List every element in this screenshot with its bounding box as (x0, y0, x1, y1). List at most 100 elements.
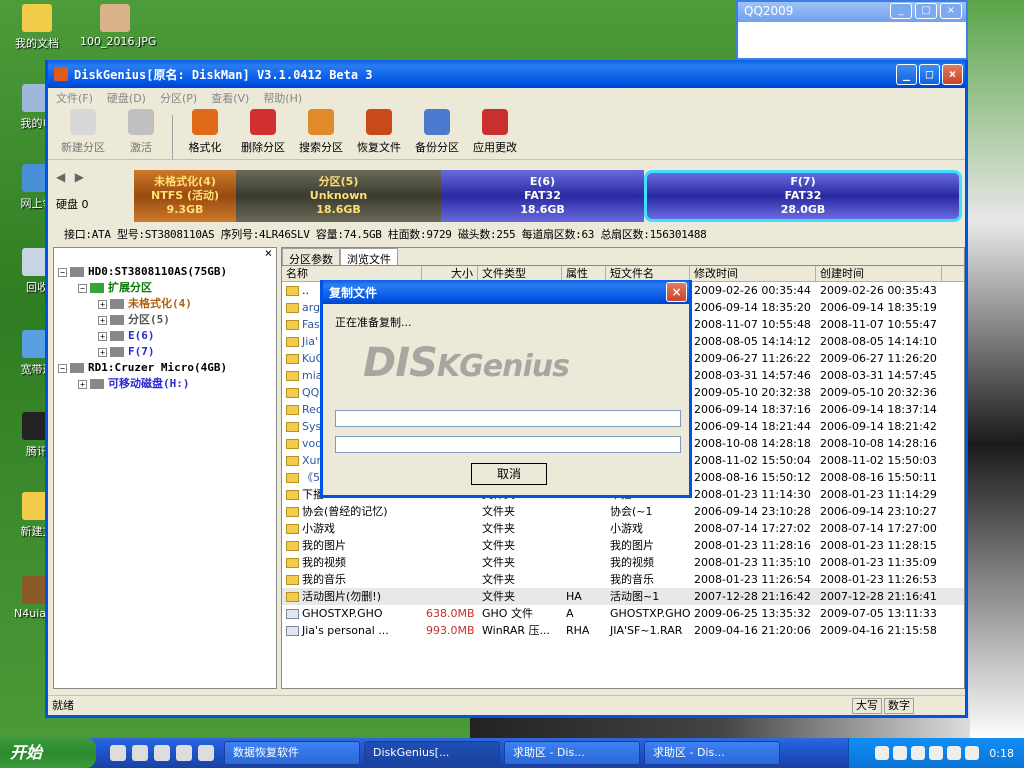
file-row[interactable]: 活动图片(勿删!) 文件夹 HA 活动图~1 2007-12-28 21:16:42 20… (282, 588, 964, 605)
tree-node[interactable]: + 可移动磁盘(H:) (54, 376, 276, 392)
column-header[interactable]: 短文件名 (606, 266, 690, 281)
partition-block[interactable]: F(7) FAT32 28.0GB (644, 170, 962, 222)
menu-item[interactable]: 文件(F) (56, 90, 93, 106)
toolbar-button[interactable]: 搜索分区 (294, 109, 348, 159)
tree-node[interactable]: − RD1:Cruzer Micro(4GB) (54, 360, 276, 376)
tree-node[interactable]: + F(7) (54, 344, 276, 360)
dialog-close-button[interactable]: × (666, 282, 687, 302)
minimize-icon[interactable]: _ (890, 3, 912, 19)
toolbar-button[interactable]: 恢复文件 (352, 109, 406, 159)
next-disk-icon[interactable]: ▶ (75, 170, 84, 184)
taskbar-button[interactable]: 求助区 - Dis... (644, 741, 780, 765)
tree-node[interactable]: − 扩展分区 (54, 280, 276, 296)
close-button[interactable]: × (942, 64, 963, 85)
toolbar-button[interactable]: 备份分区 (410, 109, 464, 159)
column-header[interactable]: 名称 (282, 266, 422, 281)
maximize-icon[interactable]: □ (915, 3, 937, 19)
tree-node[interactable]: + 分区(5) (54, 312, 276, 328)
copy-dialog: 复制文件 × 正在准备复制... DISKGenius 取消 (320, 280, 692, 498)
column-header[interactable]: 属性 (562, 266, 606, 281)
tree-node-label: E(6) (128, 329, 155, 342)
dialog-titlebar[interactable]: 复制文件 × (323, 280, 689, 304)
tray-icon[interactable] (911, 746, 926, 760)
file-ctime: 2008-10-08 14:28:16 (820, 437, 937, 450)
file-ctime: 2006-09-14 18:37:14 (820, 403, 937, 416)
partition-size: 18.6GB (316, 203, 361, 216)
desktop-icon[interactable]: 100_2016.JPG (80, 4, 156, 48)
tray-icon[interactable] (947, 746, 962, 760)
desktop-icon-image (22, 4, 52, 32)
quick-launch-icon[interactable] (154, 745, 170, 761)
toolbar-button[interactable]: 新建分区 (56, 109, 110, 159)
toolbar-button[interactable]: 格式化 (178, 109, 232, 159)
desktop-icon[interactable]: 我的文档 (2, 4, 72, 51)
cancel-button[interactable]: 取消 (471, 463, 547, 485)
collapse-icon[interactable]: − (58, 363, 67, 373)
close-icon[interactable]: × (940, 3, 962, 19)
window-titlebar[interactable]: DiskGenius[原名: DiskMan] V3.1.0412 Beta 3… (48, 60, 965, 88)
toolbar-button[interactable]: 应用更改 (468, 109, 522, 159)
qq-window[interactable]: QQ2009 _ □ × (736, 0, 968, 60)
file-icon (286, 609, 299, 619)
file-row[interactable]: 小游戏 文件夹 小游戏 2008-07-14 17:27:02 2008-07-14 1… (282, 520, 964, 537)
file-name-text: 活动图片(勿删!) (302, 590, 381, 603)
collapse-icon[interactable]: − (78, 283, 87, 293)
menu-item[interactable]: 帮助(H) (263, 90, 302, 106)
column-header[interactable]: 大小 (422, 266, 478, 281)
qq-titlebar[interactable]: QQ2009 _ □ × (738, 2, 966, 22)
tab[interactable]: 分区参数 (282, 248, 340, 266)
tray-icon[interactable] (929, 746, 944, 760)
expand-icon[interactable]: + (98, 331, 107, 341)
file-row[interactable]: 我的视频 文件夹 我的视频 2008-01-23 11:35:10 2008-01-23… (282, 554, 964, 571)
taskbar-button[interactable]: DiskGenius[... (364, 741, 500, 765)
tree-close-icon[interactable]: × (265, 246, 272, 260)
minimize-button[interactable]: _ (896, 64, 917, 85)
tree-node[interactable]: − HD0:ST3808110AS(75GB) (54, 264, 276, 280)
quick-launch-icon[interactable] (110, 745, 126, 761)
quick-launch-icon[interactable] (198, 745, 214, 761)
collapse-icon[interactable]: − (58, 267, 67, 277)
start-button[interactable]: 开始 (0, 738, 96, 768)
desktop-icon-image (100, 4, 130, 32)
column-header[interactable]: 文件类型 (478, 266, 562, 281)
column-header[interactable]: 创建时间 (816, 266, 942, 281)
file-row[interactable]: Jia's personal ... 993.0MB WinRAR 压... RHA J… (282, 622, 964, 639)
file-ctime: 2009-07-05 13:11:33 (820, 607, 937, 620)
qq-title: QQ2009 (744, 4, 794, 18)
file-row[interactable]: 我的音乐 文件夹 我的音乐 2008-01-23 11:26:54 2008-01-23… (282, 571, 964, 588)
expand-icon[interactable]: + (98, 347, 107, 357)
file-row[interactable]: 协会(曾经的记忆) 文件夹 协会(~1 2006-09-14 23:10:28 2006… (282, 503, 964, 520)
toolbar-button[interactable]: 激活 (114, 109, 168, 159)
menu-item[interactable]: 硬盘(D) (107, 90, 146, 106)
tray-icon[interactable] (965, 746, 980, 760)
taskbar-button[interactable]: 数据恢复软件 (224, 741, 360, 765)
file-size (422, 503, 478, 520)
file-mtime: 2006-09-14 18:21:44 (694, 420, 811, 433)
file-row[interactable]: GHOSTXP.GHO 638.0MB GHO 文件 A GHOSTXP.GHO 2009… (282, 605, 964, 622)
tab[interactable]: 浏览文件 (340, 248, 398, 266)
toolbar-icon (128, 109, 154, 135)
taskbar-button[interactable]: 求助区 - Dis... (504, 741, 640, 765)
tray-icon[interactable] (893, 746, 908, 760)
file-attr: RHA (566, 624, 590, 637)
drive-icon (110, 347, 124, 357)
partition-block[interactable]: 分区(5) Unknown 18.6GB (236, 170, 441, 222)
quick-launch-icon[interactable] (176, 745, 192, 761)
tray-icon[interactable] (875, 746, 890, 760)
partition-block[interactable]: E(6) FAT32 18.6GB (441, 170, 644, 222)
menu-item[interactable]: 查看(V) (211, 90, 249, 106)
toolbar-button[interactable]: 删除分区 (236, 109, 290, 159)
tree-node[interactable]: + 未格式化(4) (54, 296, 276, 312)
tree-node[interactable]: + E(6) (54, 328, 276, 344)
menu-item[interactable]: 分区(P) (160, 90, 197, 106)
expand-icon[interactable]: + (78, 379, 87, 389)
quick-launch-icon[interactable] (132, 745, 148, 761)
expand-icon[interactable]: + (98, 299, 107, 309)
maximize-button[interactable]: □ (919, 64, 940, 85)
status-text: 就绪 (52, 699, 74, 712)
prev-disk-icon[interactable]: ◀ (56, 170, 65, 184)
column-header[interactable]: 修改时间 (690, 266, 816, 281)
file-row[interactable]: 我的图片 文件夹 我的图片 2008-01-23 11:28:16 2008-01-23… (282, 537, 964, 554)
expand-icon[interactable]: + (98, 315, 107, 325)
partition-block[interactable]: 未格式化(4) NTFS (活动) 9.3GB (134, 170, 236, 222)
